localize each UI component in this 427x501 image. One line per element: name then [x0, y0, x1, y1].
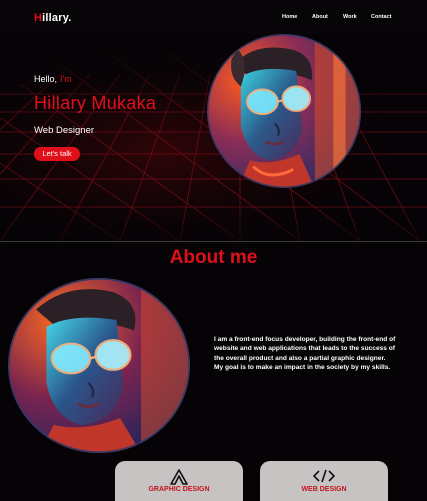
nav-link-work[interactable]: Work [343, 14, 357, 20]
about-portrait-image [8, 278, 190, 453]
logo-dot: . [68, 12, 72, 24]
hero-name: Hillary Mukaka [34, 93, 157, 113]
service-label-web-design: WEB DESIGN [301, 486, 347, 493]
portfolio-page: Hillary. Home About Work Contact Hello, … [0, 0, 427, 501]
top-navbar: Hillary. Home About Work Contact [0, 0, 427, 35]
nav-link-about[interactable]: About [312, 14, 328, 20]
site-logo[interactable]: Hillary. [34, 12, 72, 24]
greeting-text: Hello, [34, 74, 58, 84]
hero-section: Hello, I'm Hillary Mukaka Web Designer Le… [0, 34, 427, 241]
lets-talk-button[interactable]: Let's talk [34, 147, 80, 161]
about-description: I am a front-end focus developer, buildi… [214, 335, 396, 373]
hero-greeting: Hello, I'm [34, 74, 72, 84]
hero-portrait-image [207, 34, 361, 188]
hero-role: Web Designer [34, 125, 95, 136]
about-heading: About me [169, 247, 258, 268]
about-paragraph-1: I am a front-end focus developer, buildi… [214, 336, 396, 362]
service-card-web-design[interactable]: WEB DESIGN [260, 461, 388, 501]
logo-text: illary [42, 12, 69, 24]
code-brackets-icon [313, 469, 335, 483]
logo-initial: H [34, 12, 43, 24]
graphic-design-icon [170, 469, 188, 485]
service-label-graphic-design: GRAPHIC DESIGN [148, 486, 210, 493]
nav-link-home[interactable]: Home [282, 14, 297, 20]
section-divider [0, 241, 427, 242]
nav-link-contact[interactable]: Contact [371, 14, 391, 20]
about-paragraph-2: My goal is to make an impact in the soci… [214, 364, 391, 372]
service-card-graphic-design[interactable]: GRAPHIC DESIGN [115, 461, 243, 501]
greeting-accent: I'm [60, 74, 72, 84]
